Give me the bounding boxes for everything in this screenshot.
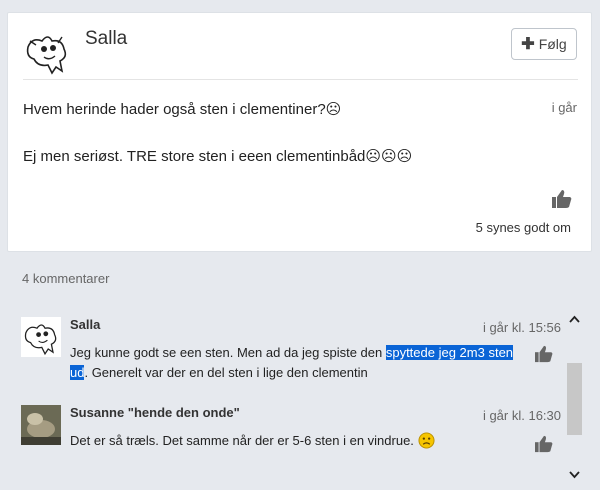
comment-text-main: Det er så træls. Det samme når der er 5-… xyxy=(70,433,418,448)
comments-scrollbar[interactable] xyxy=(567,303,582,485)
comment-time: i går kl. 15:56 xyxy=(482,320,561,335)
comment-text: Jeg kunne godt se een sten. Men ad da je… xyxy=(70,343,520,383)
comment-author[interactable]: Salla xyxy=(70,317,100,332)
comment-time: i går kl. 16:30 xyxy=(482,408,561,423)
chevron-up-icon[interactable] xyxy=(569,315,580,323)
follow-label: Følg xyxy=(538,36,567,52)
post-body: Ej men seriøst. TRE store sten i eeen cl… xyxy=(23,148,413,165)
avatar[interactable] xyxy=(22,27,72,77)
scrollbar-thumb[interactable] xyxy=(567,363,582,435)
post-card: Salla ✚ Følg Hvem herinde hader også ste… xyxy=(7,12,592,252)
comment-text-after: . Generelt var der en del sten i lige de… xyxy=(84,365,368,380)
divider xyxy=(23,79,578,80)
thumbs-up-icon[interactable] xyxy=(534,435,554,453)
likes-count[interactable]: 5 synes godt om xyxy=(476,220,571,235)
thumbs-up-icon[interactable] xyxy=(551,189,573,209)
chevron-down-icon[interactable] xyxy=(569,471,580,479)
thumbs-up-icon[interactable] xyxy=(534,345,554,363)
plus-icon: ✚ xyxy=(521,36,535,53)
follow-button[interactable]: ✚ Følg xyxy=(511,28,577,60)
post-title: Hvem herinde hader også sten i clementin… xyxy=(23,101,342,118)
post-time: i går xyxy=(551,100,577,115)
post-author[interactable]: Salla xyxy=(85,28,127,50)
comment-author[interactable]: Susanne "hende den onde" xyxy=(70,405,240,420)
comments-count: 4 kommentarer xyxy=(22,271,110,286)
comment-text: Det er så træls. Det samme når der er 5-… xyxy=(70,431,520,451)
comment-text-before: Jeg kunne godt se een sten. Men ad da je… xyxy=(70,345,386,360)
avatar[interactable] xyxy=(21,405,61,445)
avatar[interactable] xyxy=(21,317,61,357)
comments-section: 4 kommentarer Salla i går kl. 15:56 Jeg … xyxy=(7,253,592,490)
frowning-face-icon xyxy=(418,432,435,449)
